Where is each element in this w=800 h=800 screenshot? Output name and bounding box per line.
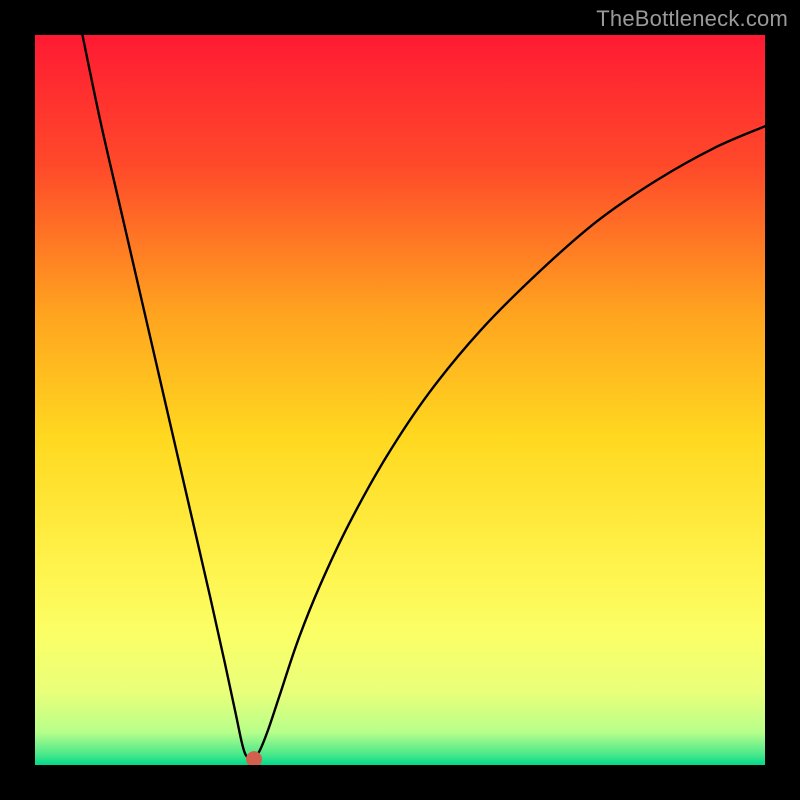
watermark-text: TheBottleneck.com: [596, 6, 788, 32]
gradient-background: [35, 35, 765, 765]
chart-plot-area: [35, 35, 765, 765]
bottleneck-chart: [35, 35, 765, 765]
